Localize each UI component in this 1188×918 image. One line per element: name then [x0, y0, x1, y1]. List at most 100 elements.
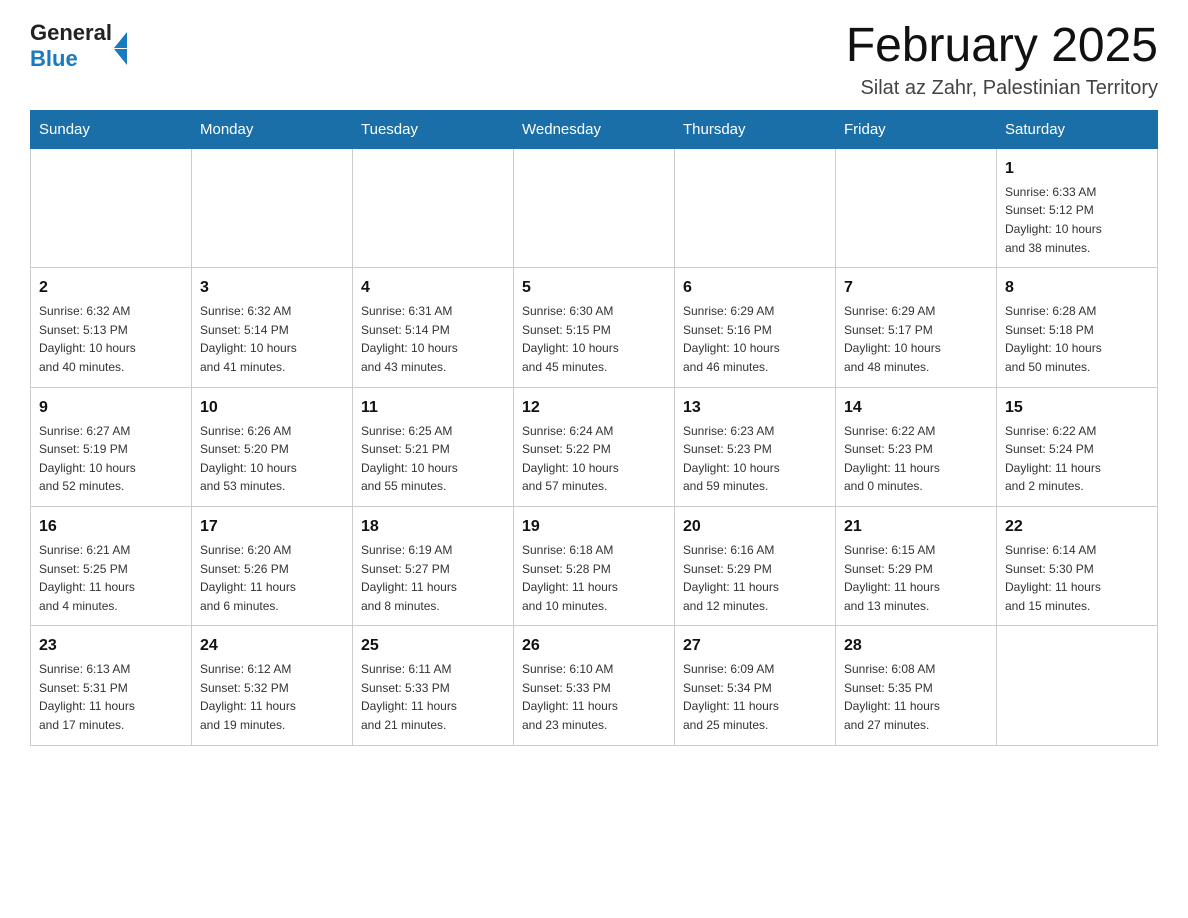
day-number: 14 — [844, 396, 988, 420]
day-info: Sunrise: 6:18 AM Sunset: 5:28 PM Dayligh… — [522, 541, 666, 615]
day-number: 20 — [683, 515, 827, 539]
day-info: Sunrise: 6:30 AM Sunset: 5:15 PM Dayligh… — [522, 302, 666, 376]
logo-blue-text: Blue — [30, 46, 112, 72]
calendar-cell: 22Sunrise: 6:14 AM Sunset: 5:30 PM Dayli… — [997, 506, 1158, 625]
logo-triangle-bottom — [114, 49, 127, 65]
day-info: Sunrise: 6:29 AM Sunset: 5:17 PM Dayligh… — [844, 302, 988, 376]
calendar-cell: 24Sunrise: 6:12 AM Sunset: 5:32 PM Dayli… — [192, 626, 353, 745]
calendar-cell — [192, 148, 353, 267]
day-number: 15 — [1005, 396, 1149, 420]
calendar-cell: 18Sunrise: 6:19 AM Sunset: 5:27 PM Dayli… — [353, 506, 514, 625]
calendar-cell: 16Sunrise: 6:21 AM Sunset: 5:25 PM Dayli… — [31, 506, 192, 625]
calendar-cell: 19Sunrise: 6:18 AM Sunset: 5:28 PM Dayli… — [514, 506, 675, 625]
weekday-header-monday: Monday — [192, 110, 353, 148]
day-number: 6 — [683, 276, 827, 300]
subtitle: Silat az Zahr, Palestinian Territory — [846, 77, 1158, 100]
calendar-cell — [514, 148, 675, 267]
weekday-header-thursday: Thursday — [675, 110, 836, 148]
day-info: Sunrise: 6:27 AM Sunset: 5:19 PM Dayligh… — [39, 422, 183, 496]
day-info: Sunrise: 6:20 AM Sunset: 5:26 PM Dayligh… — [200, 541, 344, 615]
day-number: 1 — [1005, 157, 1149, 181]
day-info: Sunrise: 6:25 AM Sunset: 5:21 PM Dayligh… — [361, 422, 505, 496]
calendar-cell: 6Sunrise: 6:29 AM Sunset: 5:16 PM Daylig… — [675, 268, 836, 387]
day-info: Sunrise: 6:10 AM Sunset: 5:33 PM Dayligh… — [522, 660, 666, 734]
day-number: 4 — [361, 276, 505, 300]
day-number: 11 — [361, 396, 505, 420]
calendar-cell: 2Sunrise: 6:32 AM Sunset: 5:13 PM Daylig… — [31, 268, 192, 387]
calendar-cell: 11Sunrise: 6:25 AM Sunset: 5:21 PM Dayli… — [353, 387, 514, 506]
day-number: 26 — [522, 634, 666, 658]
day-number: 27 — [683, 634, 827, 658]
calendar-cell: 27Sunrise: 6:09 AM Sunset: 5:34 PM Dayli… — [675, 626, 836, 745]
day-number: 18 — [361, 515, 505, 539]
logo-general-text: General — [30, 20, 112, 46]
calendar-cell — [997, 626, 1158, 745]
day-number: 5 — [522, 276, 666, 300]
main-title: February 2025 — [846, 20, 1158, 73]
weekday-header-friday: Friday — [836, 110, 997, 148]
calendar-cell: 26Sunrise: 6:10 AM Sunset: 5:33 PM Dayli… — [514, 626, 675, 745]
day-info: Sunrise: 6:08 AM Sunset: 5:35 PM Dayligh… — [844, 660, 988, 734]
calendar-cell — [836, 148, 997, 267]
day-info: Sunrise: 6:32 AM Sunset: 5:14 PM Dayligh… — [200, 302, 344, 376]
calendar-cell: 17Sunrise: 6:20 AM Sunset: 5:26 PM Dayli… — [192, 506, 353, 625]
weekday-header-sunday: Sunday — [31, 110, 192, 148]
calendar-cell: 10Sunrise: 6:26 AM Sunset: 5:20 PM Dayli… — [192, 387, 353, 506]
calendar-cell: 14Sunrise: 6:22 AM Sunset: 5:23 PM Dayli… — [836, 387, 997, 506]
day-number: 13 — [683, 396, 827, 420]
weekday-header-row: SundayMondayTuesdayWednesdayThursdayFrid… — [31, 110, 1158, 148]
title-block: February 2025 Silat az Zahr, Palestinian… — [846, 20, 1158, 100]
day-info: Sunrise: 6:22 AM Sunset: 5:23 PM Dayligh… — [844, 422, 988, 496]
day-info: Sunrise: 6:21 AM Sunset: 5:25 PM Dayligh… — [39, 541, 183, 615]
calendar-cell: 21Sunrise: 6:15 AM Sunset: 5:29 PM Dayli… — [836, 506, 997, 625]
day-number: 3 — [200, 276, 344, 300]
day-number: 16 — [39, 515, 183, 539]
weekday-header-saturday: Saturday — [997, 110, 1158, 148]
calendar-cell — [31, 148, 192, 267]
calendar-cell: 4Sunrise: 6:31 AM Sunset: 5:14 PM Daylig… — [353, 268, 514, 387]
day-info: Sunrise: 6:13 AM Sunset: 5:31 PM Dayligh… — [39, 660, 183, 734]
calendar-cell: 25Sunrise: 6:11 AM Sunset: 5:33 PM Dayli… — [353, 626, 514, 745]
day-number: 7 — [844, 276, 988, 300]
calendar-cell — [353, 148, 514, 267]
day-number: 8 — [1005, 276, 1149, 300]
calendar-cell: 15Sunrise: 6:22 AM Sunset: 5:24 PM Dayli… — [997, 387, 1158, 506]
day-info: Sunrise: 6:12 AM Sunset: 5:32 PM Dayligh… — [200, 660, 344, 734]
calendar-week-2: 2Sunrise: 6:32 AM Sunset: 5:13 PM Daylig… — [31, 268, 1158, 387]
calendar-body: 1Sunrise: 6:33 AM Sunset: 5:12 PM Daylig… — [31, 148, 1158, 745]
day-info: Sunrise: 6:29 AM Sunset: 5:16 PM Dayligh… — [683, 302, 827, 376]
weekday-header-wednesday: Wednesday — [514, 110, 675, 148]
day-info: Sunrise: 6:26 AM Sunset: 5:20 PM Dayligh… — [200, 422, 344, 496]
day-info: Sunrise: 6:19 AM Sunset: 5:27 PM Dayligh… — [361, 541, 505, 615]
calendar-cell: 28Sunrise: 6:08 AM Sunset: 5:35 PM Dayli… — [836, 626, 997, 745]
calendar-cell: 3Sunrise: 6:32 AM Sunset: 5:14 PM Daylig… — [192, 268, 353, 387]
day-info: Sunrise: 6:28 AM Sunset: 5:18 PM Dayligh… — [1005, 302, 1149, 376]
calendar-cell: 23Sunrise: 6:13 AM Sunset: 5:31 PM Dayli… — [31, 626, 192, 745]
calendar-week-1: 1Sunrise: 6:33 AM Sunset: 5:12 PM Daylig… — [31, 148, 1158, 267]
day-number: 9 — [39, 396, 183, 420]
day-info: Sunrise: 6:22 AM Sunset: 5:24 PM Dayligh… — [1005, 422, 1149, 496]
logo-triangle-top — [114, 32, 127, 48]
day-info: Sunrise: 6:24 AM Sunset: 5:22 PM Dayligh… — [522, 422, 666, 496]
day-info: Sunrise: 6:14 AM Sunset: 5:30 PM Dayligh… — [1005, 541, 1149, 615]
day-number: 25 — [361, 634, 505, 658]
calendar-cell: 5Sunrise: 6:30 AM Sunset: 5:15 PM Daylig… — [514, 268, 675, 387]
day-number: 2 — [39, 276, 183, 300]
calendar-cell — [675, 148, 836, 267]
calendar-cell: 12Sunrise: 6:24 AM Sunset: 5:22 PM Dayli… — [514, 387, 675, 506]
calendar-week-4: 16Sunrise: 6:21 AM Sunset: 5:25 PM Dayli… — [31, 506, 1158, 625]
calendar-header: SundayMondayTuesdayWednesdayThursdayFrid… — [31, 110, 1158, 148]
calendar-cell: 13Sunrise: 6:23 AM Sunset: 5:23 PM Dayli… — [675, 387, 836, 506]
logo: General Blue — [30, 20, 127, 73]
day-info: Sunrise: 6:32 AM Sunset: 5:13 PM Dayligh… — [39, 302, 183, 376]
calendar-cell: 9Sunrise: 6:27 AM Sunset: 5:19 PM Daylig… — [31, 387, 192, 506]
day-number: 17 — [200, 515, 344, 539]
day-info: Sunrise: 6:31 AM Sunset: 5:14 PM Dayligh… — [361, 302, 505, 376]
day-number: 23 — [39, 634, 183, 658]
calendar-week-5: 23Sunrise: 6:13 AM Sunset: 5:31 PM Dayli… — [31, 626, 1158, 745]
day-info: Sunrise: 6:11 AM Sunset: 5:33 PM Dayligh… — [361, 660, 505, 734]
day-info: Sunrise: 6:33 AM Sunset: 5:12 PM Dayligh… — [1005, 183, 1149, 257]
calendar-cell: 20Sunrise: 6:16 AM Sunset: 5:29 PM Dayli… — [675, 506, 836, 625]
calendar-cell: 8Sunrise: 6:28 AM Sunset: 5:18 PM Daylig… — [997, 268, 1158, 387]
day-info: Sunrise: 6:23 AM Sunset: 5:23 PM Dayligh… — [683, 422, 827, 496]
